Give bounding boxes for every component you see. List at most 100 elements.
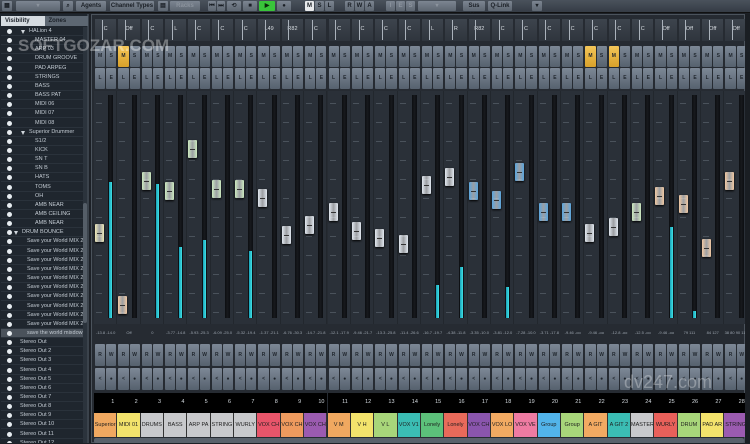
listen-button[interactable]: L [351, 68, 363, 89]
fader-handle[interactable] [211, 180, 221, 199]
monitor-button[interactable]: < [305, 368, 316, 390]
tree-item[interactable]: TOMS [1, 183, 83, 192]
tree-item[interactable]: MIDI 07 [1, 109, 83, 119]
fader-handle[interactable] [491, 190, 501, 209]
record-enable-button[interactable]: ● [339, 368, 350, 390]
record-enable-button[interactable]: ● [199, 368, 210, 390]
fader-handle[interactable] [702, 239, 712, 257]
channel-name[interactable]: WURLY [654, 413, 678, 437]
solo-button[interactable]: S [363, 46, 374, 67]
tree-item[interactable]: Stereo Out 5 [1, 375, 83, 384]
edit-button[interactable]: E [339, 68, 350, 89]
visibility-toggle-icon[interactable] [7, 102, 12, 108]
visibility-toggle-icon[interactable] [7, 221, 12, 227]
write-automation-button[interactable]: W [619, 344, 631, 366]
monitor-button[interactable]: < [375, 368, 386, 390]
tree-item[interactable]: ARP 03 [1, 45, 83, 55]
visibility-toggle-icon[interactable] [7, 404, 12, 410]
visibility-toggle-icon[interactable] [7, 431, 12, 437]
pan-control[interactable]: C [538, 19, 560, 41]
mute-button[interactable]: M [585, 46, 596, 67]
visibility-toggle-icon[interactable] [7, 175, 12, 181]
edit-button[interactable]: E [176, 68, 187, 89]
mute-button[interactable]: M [305, 46, 316, 67]
pan-control[interactable]: C [211, 19, 234, 41]
pan-control[interactable]: L49 [258, 19, 280, 41]
tree-scrollbar[interactable] [83, 27, 87, 443]
monitor-button[interactable]: < [678, 368, 689, 390]
visibility-toggle-icon[interactable] [7, 120, 12, 126]
fader-handle[interactable] [655, 186, 665, 205]
mute-button[interactable]: M [608, 46, 619, 67]
fader-handle[interactable] [585, 224, 595, 243]
tree-item[interactable]: Save your World MIX 2 [1, 237, 83, 247]
channel-name[interactable]: Lonely [420, 413, 445, 437]
visibility-toggle-icon[interactable] [7, 83, 12, 89]
pan-control[interactable]: C [235, 19, 257, 41]
mute-button[interactable]: M [328, 46, 339, 67]
record-enable-button[interactable]: ● [689, 368, 701, 390]
read-automation-button[interactable]: R [328, 344, 339, 366]
edit-button[interactable]: E [199, 68, 210, 89]
fader-handle[interactable] [165, 182, 175, 201]
channel-name[interactable]: VOX CH [257, 413, 281, 437]
solo-button[interactable]: S [526, 46, 537, 67]
write-all-button[interactable]: W [355, 1, 364, 11]
pan-control[interactable]: C [585, 19, 607, 41]
record-enable-button[interactable]: ● [386, 368, 397, 390]
monitor-button[interactable]: < [608, 368, 619, 390]
edit-button[interactable]: E [713, 68, 724, 89]
write-automation-button[interactable]: W [549, 344, 560, 366]
monitor-button[interactable]: < [235, 368, 246, 390]
channel-name[interactable]: VOX CH [467, 413, 491, 437]
read-automation-button[interactable]: R [538, 344, 549, 366]
pan-control[interactable]: C [515, 19, 537, 41]
mute-button[interactable]: M [655, 46, 666, 67]
record-icon[interactable]: ● [277, 1, 291, 11]
solo-button[interactable]: S [573, 46, 584, 67]
insert-bypass-button[interactable]: I [386, 1, 395, 11]
visibility-toggle-icon[interactable] [7, 38, 12, 44]
visibility-toggle-icon[interactable] [7, 138, 12, 144]
edit-button[interactable]: E [573, 68, 584, 89]
horizontal-scrollbar[interactable] [94, 438, 744, 443]
fader-handle[interactable] [398, 234, 408, 253]
fader-handle[interactable] [235, 180, 245, 199]
read-automation-button[interactable]: R [95, 344, 106, 366]
visibility-toggle-icon[interactable] [7, 321, 12, 327]
mute-button[interactable]: M [632, 46, 643, 67]
edit-button[interactable]: E [456, 68, 467, 89]
record-enable-button[interactable]: ● [292, 368, 304, 390]
forward-icon[interactable]: ⏭ [217, 1, 225, 11]
fader-handle[interactable] [351, 222, 361, 241]
visibility-toggle-icon[interactable] [7, 248, 12, 254]
mute-button[interactable]: M [468, 46, 479, 67]
write-automation-button[interactable]: W [129, 344, 140, 366]
edit-button[interactable]: E [619, 68, 631, 89]
fader-handle[interactable] [375, 228, 385, 247]
monitor-button[interactable]: < [515, 368, 526, 390]
write-automation-button[interactable]: W [433, 344, 444, 366]
monitor-button[interactable]: < [328, 368, 339, 390]
write-automation-button[interactable]: W [386, 344, 397, 366]
tree-item[interactable]: DRUM BOUNCE [1, 228, 83, 238]
edit-button[interactable]: E [526, 68, 537, 89]
listen-button[interactable]: L [468, 68, 479, 89]
mute-button[interactable]: M [141, 46, 152, 67]
visibility-toggle-icon[interactable] [7, 193, 12, 199]
visibility-toggle-icon[interactable] [7, 340, 12, 346]
tree-item[interactable]: Save your World MIX 2 [1, 320, 83, 329]
tree-item[interactable]: Stereo Out 9 [1, 411, 83, 421]
solo-button[interactable]: S [292, 46, 304, 67]
fader-handle[interactable] [468, 182, 478, 201]
record-enable-button[interactable]: ● [573, 368, 584, 390]
tree-item[interactable]: Stereo Out 4 [1, 366, 83, 375]
visibility-toggle-icon[interactable] [7, 330, 12, 336]
sus-abs-button[interactable]: Sus Abs [463, 1, 485, 19]
search-icon[interactable]: ⌕ [63, 1, 73, 11]
read-automation-button[interactable]: R [562, 344, 573, 366]
tree-item[interactable]: Save your World MIX 2 [1, 265, 83, 274]
read-automation-button[interactable]: R [655, 344, 666, 366]
visibility-toggle-icon[interactable] [7, 157, 12, 163]
channel-name[interactable]: Lonely [444, 413, 468, 437]
